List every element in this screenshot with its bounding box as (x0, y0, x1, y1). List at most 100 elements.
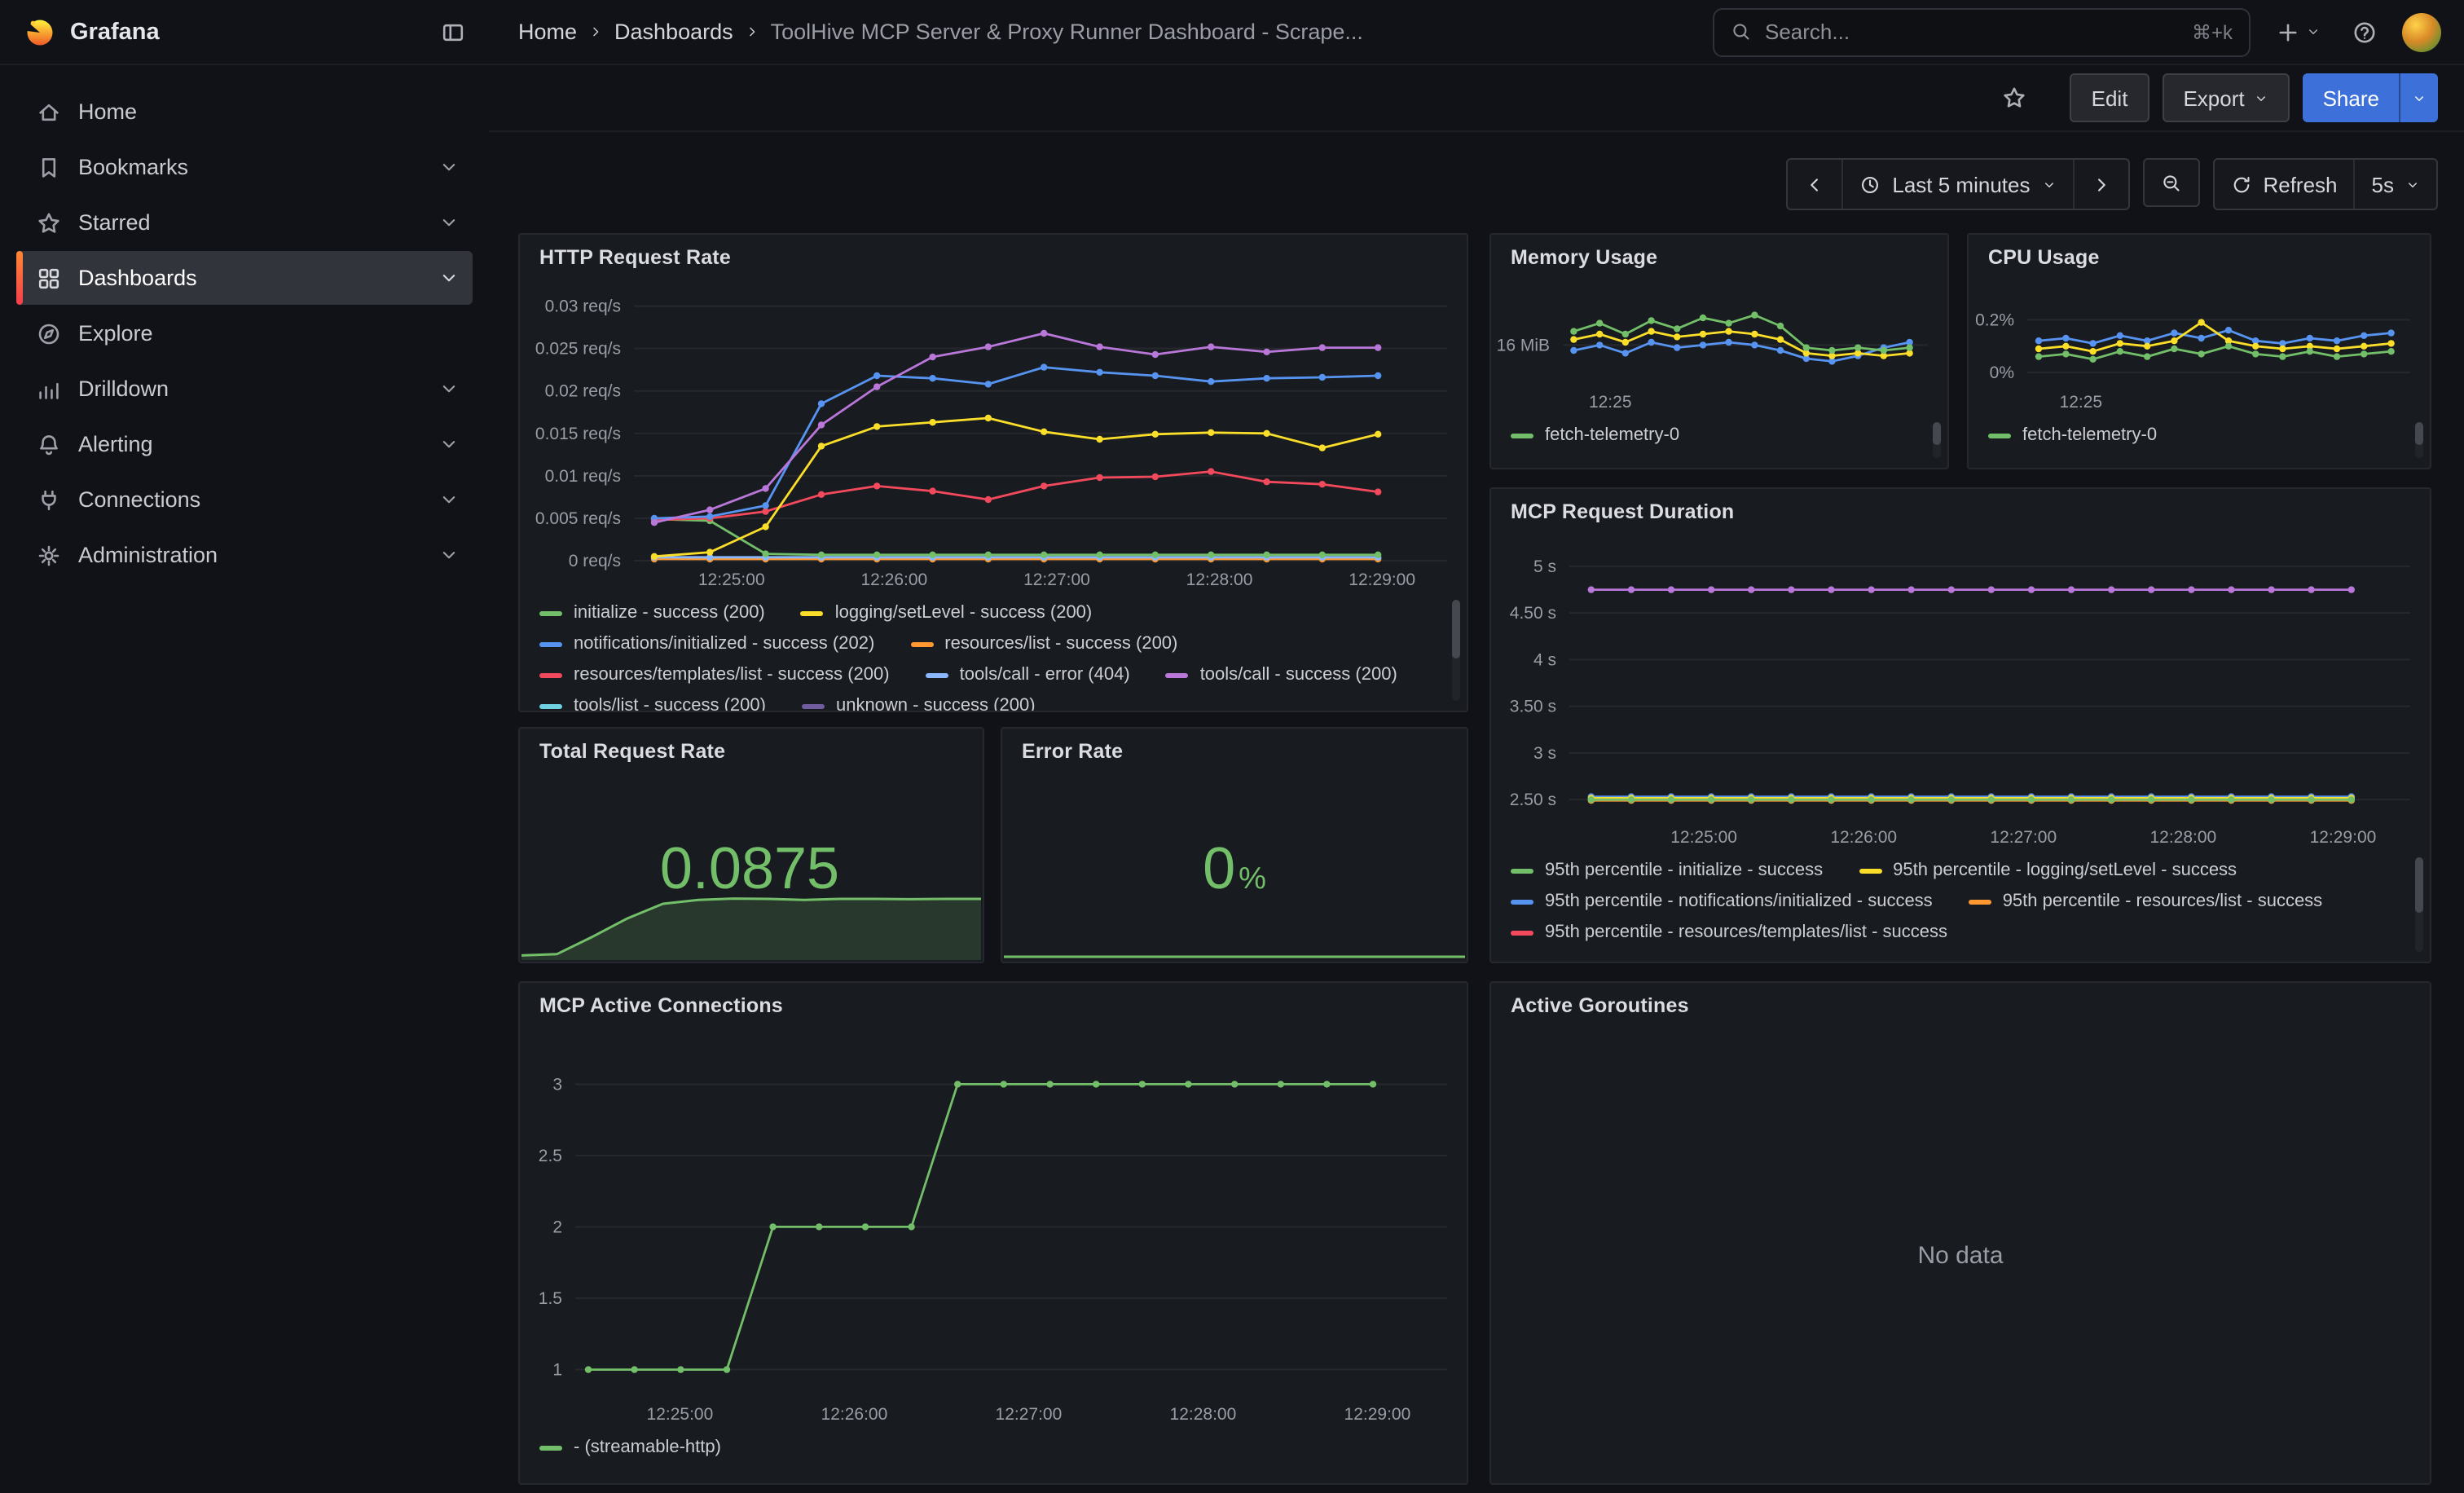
time-forward-button[interactable] (2072, 160, 2127, 209)
time-range-label: Last 5 minutes (1892, 172, 2030, 196)
legend-item[interactable]: 95th percentile - notifications/initiali… (1511, 890, 1933, 914)
dock-sidebar-button[interactable] (433, 12, 473, 51)
zoom-out-button[interactable] (2142, 158, 2199, 207)
series-color-swatch (802, 704, 825, 710)
timeseries-chart[interactable]: 0 req/s0.005 req/s0.01 req/s0.015 req/s0… (520, 280, 1467, 593)
refresh-button[interactable]: Refresh (2214, 160, 2353, 209)
panel-title[interactable]: CPU Usage (1969, 235, 2430, 280)
legend-items: 95th percentile - initialize - success 95… (1511, 859, 2407, 945)
legend-scrollbar[interactable] (1452, 600, 1460, 701)
legend-scrollbar-thumb[interactable] (2415, 857, 2423, 913)
legend-item[interactable]: fetch-telemetry-0 (1511, 424, 1679, 448)
time-range-picker[interactable]: Last 5 minutes (1841, 160, 2072, 209)
help-button[interactable] (2345, 12, 2384, 51)
legend-label: resources/list - success (200) (944, 632, 1177, 657)
legend-scrollbar-thumb[interactable] (1452, 600, 1460, 658)
legend-scrollbar-thumb[interactable] (1933, 422, 1941, 445)
svg-text:12:27:00: 12:27:00 (1990, 828, 2057, 847)
refresh-interval-picker[interactable]: 5s (2354, 160, 2436, 209)
export-button-label: Export (2183, 86, 2244, 110)
sidebar-item-home[interactable]: Home (16, 85, 473, 139)
panel-mcp-request-duration: MCP Request Duration 2.50 s3 s3.50 s4 s4… (1489, 487, 2431, 963)
chevron-down-icon[interactable] (438, 434, 460, 455)
panel-title[interactable]: Memory Usage (1491, 235, 1947, 280)
svg-text:1.5: 1.5 (539, 1289, 562, 1308)
legend-item[interactable]: 95th percentile - resources/templates/li… (1511, 921, 1947, 945)
sidebar-item-label: Home (78, 99, 137, 124)
svg-text:12:26:00: 12:26:00 (1830, 828, 1897, 847)
stat-panel-body[interactable]: 0% (1002, 774, 1467, 962)
chevron-right-icon (2090, 174, 2111, 195)
timeseries-chart[interactable]: 2.50 s3 s3.50 s4 s4.50 s5 s12:25:0012:26… (1491, 535, 2430, 851)
time-back-button[interactable] (1788, 160, 1841, 209)
timeseries-chart[interactable]: 11.522.5312:25:0012:26:0012:27:0012:28:0… (520, 1028, 1467, 1428)
chevron-down-icon (2041, 177, 2056, 192)
legend-item[interactable]: fetch-telemetry-0 (1988, 424, 2157, 448)
sidebar-item-alerting[interactable]: Alerting (16, 417, 473, 471)
panel-title[interactable]: HTTP Request Rate (520, 235, 1467, 280)
legend-label: 95th percentile - resources/templates/li… (1545, 921, 1947, 945)
svg-text:0.2%: 0.2% (1975, 310, 2014, 329)
legend-item[interactable]: tools/call - error (404) (926, 663, 1130, 688)
add-button[interactable] (2268, 12, 2327, 51)
legend-scrollbar-thumb[interactable] (2415, 422, 2423, 445)
chart-canvas: 16 MiB12:25 (1491, 280, 1947, 416)
legend-item[interactable]: logging/setLevel - success (200) (801, 601, 1093, 626)
favorite-star-button[interactable] (1995, 78, 2035, 117)
compass-icon (36, 320, 62, 346)
legend-label: initialize - success (200) (574, 601, 765, 626)
timeseries-chart[interactable]: 16 MiB12:25 (1491, 280, 1947, 416)
sidebar-item-label: Dashboards (78, 266, 197, 290)
chevron-down-icon[interactable] (438, 489, 460, 510)
legend-item[interactable]: resources/templates/list - success (200) (539, 663, 890, 688)
breadcrumb-item: ToolHive MCP Server & Proxy Runner Dashb… (771, 20, 1363, 44)
panel-title[interactable]: Total Request Rate (520, 729, 983, 774)
sidebar-item-starred[interactable]: Starred (16, 196, 473, 249)
legend-item[interactable]: initialize - success (200) (539, 601, 765, 626)
chevron-down-icon[interactable] (438, 267, 460, 288)
panel-title[interactable]: Error Rate (1002, 729, 1467, 774)
legend-item[interactable]: 95th percentile - initialize - success (1511, 859, 1823, 883)
sidebar-item-bookmarks[interactable]: Bookmarks (16, 140, 473, 194)
legend-item[interactable]: - (streamable-http) (539, 1436, 721, 1460)
legend-item[interactable]: resources/list - success (200) (910, 632, 1177, 657)
stat-panel-body[interactable]: 0.0875 (520, 774, 983, 962)
breadcrumb-item[interactable]: Dashboards (614, 20, 733, 44)
chevron-down-icon[interactable] (438, 378, 460, 399)
legend-item[interactable]: tools/list - success (200) (539, 694, 766, 711)
export-button[interactable]: Export (2162, 73, 2290, 122)
sidebar-item-connections[interactable]: Connections (16, 473, 473, 526)
bookmark-icon (36, 154, 62, 180)
chevron-down-icon[interactable] (438, 544, 460, 566)
panel-title[interactable]: MCP Request Duration (1491, 489, 2430, 535)
search-input[interactable]: Search... ⌘+k (1713, 7, 2251, 56)
breadcrumb-item[interactable]: Home (518, 20, 577, 44)
sidebar-item-administration[interactable]: Administration (16, 528, 473, 582)
share-menu-button[interactable] (2399, 73, 2438, 122)
svg-text:0.03 req/s: 0.03 req/s (545, 297, 621, 316)
share-button[interactable]: Share (2303, 73, 2399, 122)
legend-item[interactable]: notifications/initialized - success (202… (539, 632, 874, 657)
sidebar-item-dashboards[interactable]: Dashboards (16, 251, 473, 305)
timeseries-chart[interactable]: 0.2%0%12:25 (1969, 280, 2430, 416)
sidebar-item-drilldown[interactable]: Drilldown (16, 362, 473, 416)
avatar[interactable] (2402, 12, 2441, 51)
legend-label: tools/call - error (404) (960, 663, 1130, 688)
edit-button[interactable]: Edit (2070, 73, 2149, 122)
legend-scrollbar[interactable] (1933, 422, 1941, 458)
panel-title[interactable]: MCP Active Connections (520, 983, 1467, 1028)
legend-item[interactable]: unknown - success (200) (802, 694, 1036, 711)
sidebar-item-explore[interactable]: Explore (16, 306, 473, 360)
legend-item[interactable]: 95th percentile - resources/list - succe… (1969, 890, 2323, 914)
grafana-logo-icon[interactable] (23, 15, 57, 49)
chevron-down-icon[interactable] (438, 212, 460, 233)
chevron-down-icon[interactable] (438, 156, 460, 178)
help-icon (2352, 19, 2378, 45)
brand-zone: Grafana (0, 12, 489, 51)
legend-scrollbar[interactable] (2415, 857, 2423, 952)
panel-title[interactable]: Active Goroutines (1491, 983, 2430, 1028)
legend-scrollbar[interactable] (2415, 422, 2423, 458)
svg-text:2.5: 2.5 (539, 1147, 562, 1165)
legend-item[interactable]: tools/call - success (200) (1166, 663, 1397, 688)
legend-item[interactable]: 95th percentile - logging/setLevel - suc… (1859, 859, 2237, 883)
